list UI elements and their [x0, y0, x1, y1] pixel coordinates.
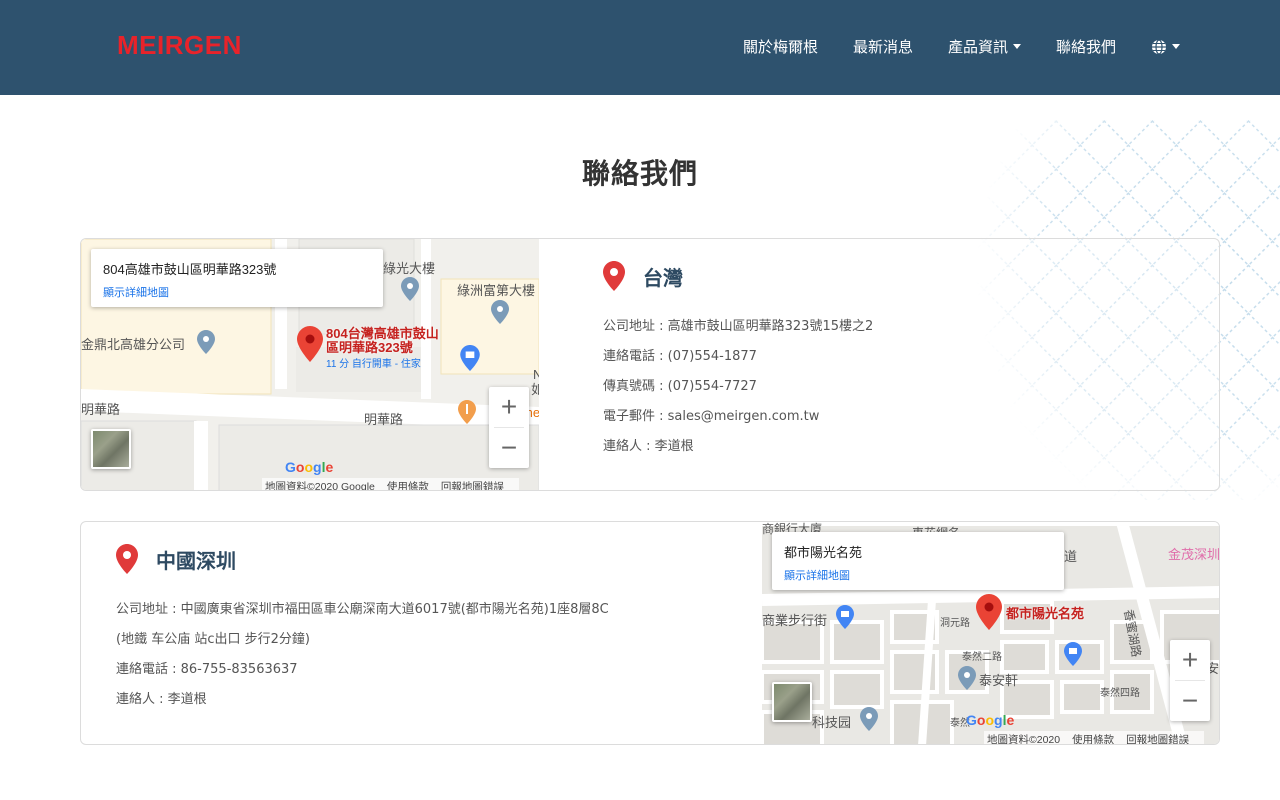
nav-news-label: 最新消息 — [852, 38, 913, 56]
satellite-toggle-button[interactable] — [772, 682, 812, 722]
page-title: 聯絡我們 — [581, 157, 698, 190]
contact-card-taiwan: 804高雄市鼓山區明華路323號 顯示詳細地圖 綠光大樓 綠洲富第大樓 金鼎北高… — [80, 238, 1220, 491]
contact-address: 公司地址 : 中國廣東省深圳市福田區車公廟深南大道6017號(都市陽光名苑)1座… — [116, 602, 609, 617]
zoom-in-button[interactable]: + — [489, 387, 529, 427]
view-larger-map-link[interactable]: 顯示詳細地圖 — [784, 567, 1052, 583]
map-embed-taiwan[interactable]: 804高雄市鼓山區明華路323號 顯示詳細地圖 綠光大樓 綠洲富第大樓 金鼎北高… — [81, 239, 539, 491]
map-embed-shenzhen[interactable]: 商銀行大廈 車花網名 金茂深圳 道 商業步行街 洞元路 都市陽光名苑 泰然二路 … — [762, 522, 1220, 745]
map-label-edge: 道 — [1064, 549, 1078, 564]
map-attribution: 地圖資料©2020 使用條款 回報地圖錯誤 — [984, 731, 1205, 745]
map-label-building: 綠洲富第大樓 — [457, 283, 536, 298]
nav-about[interactable]: 關於梅爾根 — [743, 36, 818, 57]
nav-contact-label: 聯絡我們 — [1055, 38, 1116, 56]
map-zoom-control: + − — [489, 387, 529, 468]
map-poi-icon — [401, 277, 419, 301]
language-dropdown[interactable] — [1151, 38, 1180, 55]
contact-person: 連絡人 : 李道根 — [603, 439, 694, 454]
zoom-out-button[interactable]: − — [489, 428, 529, 468]
map-label-road: 洞元路 — [940, 618, 970, 629]
location-pin-icon — [603, 261, 625, 291]
map-label-place: 泰安軒 — [979, 673, 1019, 688]
contact-card-shenzhen: 中國深圳 公司地址 : 中國廣東省深圳市福田區車公廟深南大道6017號(都市陽光… — [80, 521, 1220, 745]
map-label-company: 金鼎北高雄分公司 — [81, 337, 186, 352]
contact-phone: 連絡電話 : 86-755-83563637 — [116, 662, 298, 677]
location-pin-icon — [116, 544, 138, 574]
map-marker-label-line1: 804台灣高雄市鼓山 — [326, 326, 439, 341]
map-label-road: 明華路 — [81, 402, 121, 417]
report-error-link[interactable]: 回報地圖錯誤 — [1126, 734, 1189, 744]
contact-lines: 公司地址 : 中國廣東省深圳市福田區車公廟深南大道6017號(都市陽光名苑)1座… — [116, 595, 609, 715]
google-logo: Google — [966, 712, 1015, 728]
map-data-credit: 地圖資料©2020 — [987, 734, 1061, 745]
contact-address: 公司地址 : 高雄市鼓山區明華路323號15樓之2 — [603, 319, 874, 334]
map-label-road: 泰然二路 — [962, 652, 1002, 663]
nav-news[interactable]: 最新消息 — [853, 36, 913, 57]
google-logo: Google — [285, 459, 334, 475]
chevron-down-icon — [1012, 44, 1021, 49]
shopping-bag-icon — [1064, 642, 1082, 666]
nav-about-label: 關於梅爾根 — [742, 38, 818, 56]
region-heading: 中國深圳 — [116, 542, 609, 576]
nav-products-label: 產品資訊 — [947, 38, 1008, 56]
chevron-down-icon — [1172, 44, 1180, 49]
contact-info-shenzhen: 中國深圳 公司地址 : 中國廣東省深圳市福田區車公廟深南大道6017號(都市陽光… — [116, 542, 609, 715]
contact-email: 電子郵件 : sales@meirgen.com.tw — [603, 409, 820, 424]
map-marker-sublabel: 11 分 自行開車 - 住家 — [326, 359, 421, 370]
map-marker-label: 都市陽光名苑 — [1006, 606, 1085, 621]
nav-contact[interactable]: 聯絡我們 — [1056, 36, 1116, 57]
map-data-credit: 地圖資料©2020 Google — [265, 481, 375, 491]
report-error-link[interactable]: 回報地圖錯誤 — [441, 481, 504, 490]
shopping-bag-icon — [836, 605, 854, 629]
map-info-box: 804高雄市鼓山區明華路323號 顯示詳細地圖 — [91, 249, 383, 307]
map-info-address: 都市陽光名苑 — [784, 545, 863, 560]
shopping-bag-icon — [460, 345, 480, 371]
brand-logo[interactable]: MEIRGEN — [117, 30, 242, 61]
terms-link[interactable]: 使用條款 — [387, 481, 429, 490]
map-marker-pin-icon[interactable] — [297, 326, 323, 362]
contact-lines: 公司地址 : 高雄市鼓山區明華路323號15樓之2 連絡電話 : (07)554… — [603, 312, 873, 462]
map-label-road: 明華路 — [364, 412, 404, 427]
zoom-out-button[interactable]: − — [1170, 681, 1210, 721]
map-info-address: 804高雄市鼓山區明華路323號 — [103, 262, 277, 277]
satellite-toggle-button[interactable] — [91, 429, 131, 469]
map-poi-icon — [491, 300, 509, 324]
map-marker-label-line2: 區明華路323號 — [326, 340, 413, 355]
map-label-place: 科技园 — [812, 715, 852, 730]
map-info-box: 都市陽光名苑 顯示詳細地圖 — [772, 532, 1064, 590]
contact-directions: (地鐵 车公庙 站c出口 步行2分鐘) — [116, 632, 310, 647]
contact-fax: 傳真號碼 : (07)554-7727 — [603, 379, 757, 394]
map-poi-icon — [860, 707, 878, 731]
map-label-edge: 如 — [531, 379, 539, 398]
map-label-jinmao: 金茂深圳 — [1168, 547, 1220, 562]
main-nav: 關於梅爾根 最新消息 產品資訊 聯絡我們 — [708, 36, 1180, 57]
map-label-street: 商業步行街 — [762, 613, 828, 628]
top-navbar: MEIRGEN 關於梅爾根 最新消息 產品資訊 聯絡我們 — [0, 0, 1280, 95]
map-marker-pin-icon[interactable] — [976, 594, 1002, 630]
region-name: 中國深圳 — [156, 548, 236, 573]
contact-person: 連絡人 : 李道根 — [116, 692, 207, 707]
map-label-building: 綠光大樓 — [383, 261, 436, 276]
terms-link[interactable]: 使用條款 — [1072, 734, 1114, 744]
map-zoom-control: + − — [1170, 640, 1210, 721]
view-larger-map-link[interactable]: 顯示詳細地圖 — [103, 284, 371, 300]
map-label-road: 泰然四路 — [1100, 688, 1140, 699]
map-attribution: 地圖資料©2020 Google 使用條款 回報地圖錯誤 — [262, 478, 519, 491]
nav-products-dropdown[interactable]: 產品資訊 — [948, 36, 1021, 57]
map-poi-icon — [958, 666, 976, 690]
region-name: 台灣 — [643, 265, 683, 290]
region-heading: 台灣 — [603, 259, 873, 293]
restaurant-icon — [458, 400, 476, 424]
zoom-in-button[interactable]: + — [1170, 640, 1210, 680]
globe-icon — [1152, 38, 1166, 55]
map-poi-icon — [197, 330, 215, 354]
contact-phone: 連絡電話 : (07)554-1877 — [603, 349, 757, 364]
contact-info-taiwan: 台灣 公司地址 : 高雄市鼓山區明華路323號15樓之2 連絡電話 : (07)… — [603, 259, 873, 462]
